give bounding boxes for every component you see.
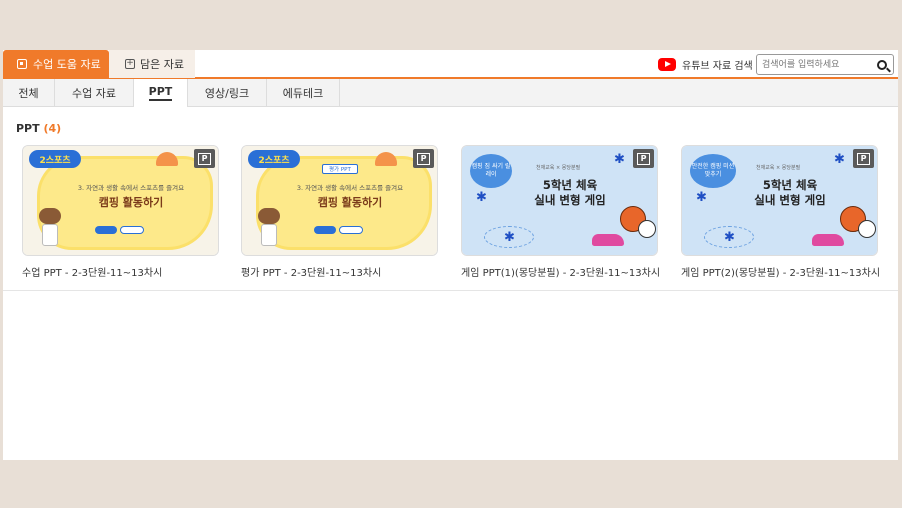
ppt-badge-icon: P bbox=[633, 149, 654, 168]
card-title[interactable]: 게임 PPT(2)(몽당분필) - 2-3단원-11~13차시 bbox=[681, 264, 880, 279]
slide-pills bbox=[314, 226, 363, 234]
slide-title: 5학년 체육 실내 변형 게임 bbox=[734, 178, 846, 208]
sports-logo: 2스포츠 bbox=[248, 150, 300, 168]
subtab-class-materials[interactable]: 수업 자료 bbox=[55, 79, 134, 107]
subtab-video-link[interactable]: 영상/링크 bbox=[188, 79, 267, 107]
dashed-circle bbox=[484, 226, 534, 248]
section-label: PPT bbox=[16, 122, 40, 135]
ppt-badge-icon: P bbox=[194, 149, 215, 168]
ppt-thumbnail[interactable]: 안전한 캠핑 미션 맞추기 천재교육 × 몽당분필 5학년 체육 실내 변형 게… bbox=[681, 145, 878, 256]
star-icon: ✱ bbox=[476, 190, 487, 205]
document-icon bbox=[17, 59, 27, 69]
tab-class-materials-label: 수업 도움 자료 bbox=[33, 58, 101, 71]
ppt-badge-letter: P bbox=[857, 152, 870, 165]
slide-title-line1: 5학년 체육 bbox=[542, 178, 598, 192]
subtab-all[interactable]: 전체 bbox=[3, 79, 55, 107]
star-icon: ✱ bbox=[696, 190, 707, 205]
subtab-edutech-label: 에듀테크 bbox=[282, 87, 324, 100]
card-title[interactable]: 게임 PPT(1)(몽당분필) - 2-3단원-11~13차시 bbox=[461, 264, 660, 279]
sports-logo: 2스포츠 bbox=[29, 150, 81, 168]
slide-subtitle: 3. 자연과 생활 속에서 스포츠를 즐겨요 bbox=[296, 184, 404, 192]
subtab-ppt-label: PPT bbox=[148, 85, 173, 101]
ppt-thumbnail[interactable]: 2스포츠 3. 자연과 생활 속에서 스포츠를 즐겨요 캠핑 활동하기 P bbox=[22, 145, 219, 256]
search-icon[interactable] bbox=[877, 59, 887, 70]
soccer-ball-icon bbox=[858, 220, 876, 238]
slide-bubble: 캠핑 짐 싸기 릴레이 bbox=[470, 154, 512, 188]
ppt-thumbnail[interactable]: 2스포츠 평가 PPT 3. 자연과 생활 속에서 스포츠를 즐겨요 캠핑 활동… bbox=[241, 145, 438, 256]
ppt-badge-icon: P bbox=[413, 149, 434, 168]
ppt-thumbnail[interactable]: 캠핑 짐 싸기 릴레이 천재교육 × 몽당분필 5학년 체육 실내 변형 게임 … bbox=[461, 145, 658, 256]
subtab-class-materials-label: 수업 자료 bbox=[72, 87, 116, 100]
ball-icon bbox=[156, 152, 178, 166]
slide-title: 캠핑 활동하기 bbox=[317, 196, 383, 209]
section-count: (4) bbox=[43, 122, 62, 135]
ppt-badge-letter: P bbox=[198, 152, 211, 165]
card-title[interactable]: 수업 PPT - 2-3단원-11~13차시 bbox=[22, 264, 219, 279]
slide-preview: 캠핑 짐 싸기 릴레이 천재교육 × 몽당분필 5학년 체육 실내 변형 게임 … bbox=[462, 146, 657, 255]
pill bbox=[120, 226, 144, 234]
ppt-card[interactable]: 캠핑 짐 싸기 릴레이 천재교육 × 몽당분필 5학년 체육 실내 변형 게임 … bbox=[461, 145, 660, 279]
ppt-badge-icon: P bbox=[853, 149, 874, 168]
tab-saved-materials-label: 담은 자료 bbox=[140, 58, 184, 71]
tab-saved-materials[interactable]: + 담은 자료 bbox=[109, 50, 195, 78]
ppt-badge-letter: P bbox=[637, 152, 650, 165]
bear-mascot-icon bbox=[39, 208, 61, 248]
subtab-video-link-label: 영상/링크 bbox=[204, 87, 250, 100]
youtube-icon bbox=[658, 58, 676, 71]
plus-box-icon: + bbox=[125, 58, 135, 69]
search-input[interactable] bbox=[757, 55, 873, 74]
dashed-circle bbox=[704, 226, 754, 248]
pill bbox=[95, 226, 117, 234]
star-icon: ✱ bbox=[834, 152, 845, 167]
slide-title: 캠핑 활동하기 bbox=[98, 196, 164, 209]
tab-class-materials[interactable]: 수업 도움 자료 bbox=[3, 50, 109, 78]
youtube-search-link[interactable]: 유튜브 자료 검색 bbox=[658, 57, 753, 72]
slide-title-line1: 5학년 체육 bbox=[762, 178, 818, 192]
ppt-card[interactable]: 2스포츠 평가 PPT 3. 자연과 생활 속에서 스포츠를 즐겨요 캠핑 활동… bbox=[241, 145, 438, 279]
sub-tab-bar: 전체 수업 자료 PPT 영상/링크 에듀테크 bbox=[3, 79, 898, 107]
card-title[interactable]: 평가 PPT - 2-3단원-11~13차시 bbox=[241, 264, 438, 279]
pill bbox=[339, 226, 363, 234]
bear-mascot-icon bbox=[258, 208, 280, 248]
slide-preview: 2스포츠 3. 자연과 생활 속에서 스포츠를 즐겨요 캠핑 활동하기 bbox=[23, 146, 218, 255]
ppt-badge-letter: P bbox=[417, 152, 430, 165]
ppt-card[interactable]: 2스포츠 3. 자연과 생활 속에서 스포츠를 즐겨요 캠핑 활동하기 P 수업… bbox=[22, 145, 219, 279]
slide-title-line2: 실내 변형 게임 bbox=[534, 193, 606, 207]
slide-pills bbox=[95, 226, 144, 234]
slide-title-line2: 실내 변형 게임 bbox=[754, 193, 826, 207]
slide-title: 5학년 체육 실내 변형 게임 bbox=[514, 178, 626, 208]
soccer-ball-icon bbox=[638, 220, 656, 238]
sneaker-icon bbox=[812, 234, 844, 246]
sneaker-icon bbox=[592, 234, 624, 246]
subtab-edutech[interactable]: 에듀테크 bbox=[267, 79, 340, 107]
subtab-all-label: 전체 bbox=[18, 87, 39, 100]
resource-panel: 수업 도움 자료 + 담은 자료 유튜브 자료 검색 전체 수업 자료 PPT … bbox=[3, 50, 898, 460]
slide-brand: 천재교육 × 몽당분필 bbox=[536, 165, 581, 171]
ball-icon bbox=[375, 152, 397, 166]
slide-preview: 안전한 캠핑 미션 맞추기 천재교육 × 몽당분필 5학년 체육 실내 변형 게… bbox=[682, 146, 877, 255]
section-divider bbox=[3, 290, 898, 291]
subtab-ppt[interactable]: PPT bbox=[134, 79, 188, 107]
slide-brand: 천재교육 × 몽당분필 bbox=[756, 165, 801, 171]
ppt-card[interactable]: 안전한 캠핑 미션 맞추기 천재교육 × 몽당분필 5학년 체육 실내 변형 게… bbox=[681, 145, 880, 279]
section-heading: PPT (4) bbox=[16, 122, 61, 135]
youtube-search-label: 유튜브 자료 검색 bbox=[682, 61, 753, 72]
top-tab-bar: 수업 도움 자료 + 담은 자료 유튜브 자료 검색 bbox=[3, 50, 898, 79]
star-icon: ✱ bbox=[614, 152, 625, 167]
pill bbox=[314, 226, 336, 234]
slide-subtitle: 3. 자연과 생활 속에서 스포츠를 즐겨요 bbox=[77, 184, 185, 192]
search-box bbox=[756, 54, 894, 75]
eval-tag: 평가 PPT bbox=[322, 164, 358, 174]
slide-bubble: 안전한 캠핑 미션 맞추기 bbox=[690, 154, 736, 188]
slide-preview: 2스포츠 평가 PPT 3. 자연과 생활 속에서 스포츠를 즐겨요 캠핑 활동… bbox=[242, 146, 437, 255]
